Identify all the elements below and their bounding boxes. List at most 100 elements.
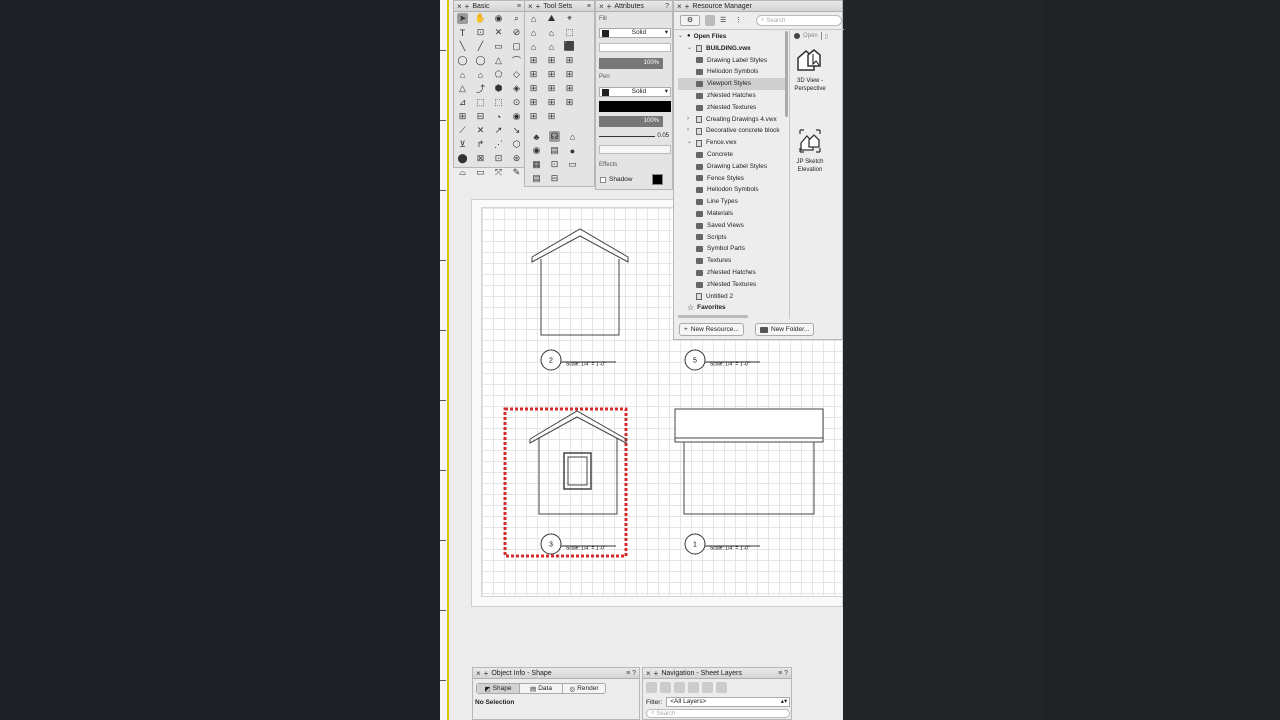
- tool-icon[interactable]: ◈: [511, 83, 522, 94]
- tool-icon[interactable]: ⟋: [457, 125, 468, 136]
- toolset-icon[interactable]: ⌂: [546, 41, 557, 52]
- list-view-icon[interactable]: ☰: [720, 16, 726, 24]
- navigation-search-input[interactable]: ⌕ Search: [646, 709, 790, 718]
- resource-thumb-1[interactable]: 3D View - Perspective: [793, 46, 827, 93]
- toolset-category-icon[interactable]: ⌂: [567, 131, 578, 142]
- gear-icon[interactable]: ⚙: [680, 15, 700, 26]
- pen-opacity-bar[interactable]: 100%: [599, 116, 663, 127]
- toolset-icon[interactable]: ⌖: [564, 13, 575, 24]
- toolset-icon[interactable]: ⊞: [528, 55, 539, 66]
- tool-icon[interactable]: ⤧: [493, 167, 504, 178]
- toolset-icon[interactable]: ⊞: [564, 69, 575, 80]
- layers-icon[interactable]: [646, 682, 657, 693]
- toolset-category-icon[interactable]: ▦: [531, 159, 542, 170]
- menu-icon[interactable]: ≡: [587, 1, 594, 11]
- tree-item[interactable]: ⌄ ● Open Files: [678, 31, 786, 43]
- tool-icon[interactable]: ⊛: [511, 153, 522, 164]
- tool-icon[interactable]: ▢: [511, 41, 522, 52]
- line-style-controls[interactable]: [599, 145, 671, 154]
- help-icon[interactable]: ≡ ?: [626, 668, 639, 678]
- tree-item[interactable]: › Decorative concrete block: [678, 125, 786, 137]
- tool-icon[interactable]: ⬚: [493, 97, 504, 108]
- new-folder-button[interactable]: New Folder...: [755, 323, 815, 336]
- tree-item[interactable]: zNested Textures: [678, 279, 786, 291]
- viewports-icon[interactable]: [688, 682, 699, 693]
- tree-item[interactable]: zNested Hatches: [678, 90, 786, 102]
- add-icon[interactable]: +: [484, 668, 489, 678]
- toolset-icon[interactable]: ⌂: [528, 13, 539, 24]
- tool-icon[interactable]: ▭: [493, 41, 504, 52]
- toolset-icon[interactable]: ⊞: [564, 83, 575, 94]
- tree-item[interactable]: Materials: [678, 208, 786, 220]
- tool-icon[interactable]: ⌓: [457, 167, 468, 178]
- tool-icon[interactable]: ✎: [511, 167, 522, 178]
- close-icon[interactable]: ×: [599, 1, 604, 11]
- toolset-icon[interactable]: ⛰: [546, 13, 557, 24]
- tool-icon[interactable]: ⊙: [511, 97, 522, 108]
- toolset-icon[interactable]: ⊞: [564, 55, 575, 66]
- close-icon[interactable]: ×: [476, 668, 481, 678]
- tool-icon[interactable]: ▭: [475, 167, 486, 178]
- tool-icon[interactable]: ╲: [457, 41, 468, 52]
- toolset-category-icon[interactable]: ▤: [549, 145, 560, 156]
- basic-palette-titlebar[interactable]: × + Basic ≡: [454, 1, 524, 12]
- viewport-2[interactable]: [531, 228, 629, 336]
- toolset-icon[interactable]: ⊞: [546, 69, 557, 80]
- toolset-icon[interactable]: ⌂: [546, 27, 557, 38]
- tool-icon[interactable]: ⬡: [511, 139, 522, 150]
- close-icon[interactable]: ×: [677, 1, 682, 11]
- tree-item[interactable]: Drawing Label Styles: [678, 161, 786, 173]
- tree-item[interactable]: Heliodon Symbols: [678, 184, 786, 196]
- tree-item[interactable]: Line Types: [678, 196, 786, 208]
- chevron-right-icon[interactable]: ›: [687, 114, 694, 126]
- chevron-down-icon[interactable]: ⌄: [687, 43, 694, 55]
- tree-item[interactable]: Viewport Styles: [678, 78, 786, 90]
- fill-style-dropdown[interactable]: Solid ▾: [599, 28, 671, 38]
- viewport-3[interactable]: [503, 407, 628, 558]
- tree-item[interactable]: Fence Styles: [678, 173, 786, 185]
- tool-icon[interactable]: ⋰: [493, 139, 504, 150]
- toolset-icon[interactable]: ⌂: [528, 41, 539, 52]
- tree-item[interactable]: zNested Hatches: [678, 267, 786, 279]
- fill-opacity-bar[interactable]: 100%: [599, 58, 663, 69]
- tool-icon[interactable]: △: [457, 83, 468, 94]
- tree-item[interactable]: Saved Views: [678, 220, 786, 232]
- tree-item[interactable]: Heliodon Symbols: [678, 66, 786, 78]
- tree-item[interactable]: Textures: [678, 255, 786, 267]
- tool-icon[interactable]: ↘: [511, 125, 522, 136]
- toolset-icon[interactable]: ⊞: [528, 69, 539, 80]
- navigation-titlebar[interactable]: × + Navigation - Sheet Layers ≡ ?: [643, 668, 791, 679]
- tool-icon[interactable]: ⌂: [475, 69, 486, 80]
- toolset-icon[interactable]: ⬛: [564, 41, 575, 52]
- tool-icon[interactable]: ⊿: [457, 97, 468, 108]
- sheet-layers-icon[interactable]: [674, 682, 685, 693]
- line-weight-control[interactable]: 0.05: [599, 132, 671, 140]
- tool-icon[interactable]: ⊞: [457, 111, 468, 122]
- tool-icon[interactable]: ◉: [511, 111, 522, 122]
- toolset-icon[interactable]: ⊞: [528, 111, 539, 122]
- toolset-icon[interactable]: ⊞: [528, 97, 539, 108]
- shadow-color-swatch[interactable]: [652, 174, 663, 185]
- open-tab[interactable]: Open ▯: [794, 32, 828, 40]
- tool-icon[interactable]: ⊠: [475, 153, 486, 164]
- tool-icon[interactable]: ↗: [493, 125, 504, 136]
- tool-icon[interactable]: ◉: [493, 13, 504, 24]
- filter-dropdown[interactable]: <All Layers> ▴▾: [666, 697, 791, 707]
- saved-views-icon[interactable]: [702, 682, 713, 693]
- tab-shape[interactable]: ◩ Shape: [477, 684, 519, 693]
- tool-icon[interactable]: ⊡: [493, 153, 504, 164]
- tool-icon[interactable]: ◔: [493, 111, 504, 122]
- toolset-icon[interactable]: ⊞: [546, 97, 557, 108]
- tab-render[interactable]: ◎ Render: [562, 684, 605, 693]
- tool-icon[interactable]: ✋: [475, 13, 486, 24]
- tree-item[interactable]: Untitled 2: [678, 291, 786, 303]
- tree-item[interactable]: ☆ Favorites: [678, 302, 786, 314]
- toolsets-palette-titlebar[interactable]: × + Tool Sets ≡: [525, 1, 594, 12]
- tool-icon[interactable]: ⤴: [475, 83, 486, 94]
- toolset-category-icon[interactable]: ⊡: [549, 159, 560, 170]
- shadow-checkbox[interactable]: [600, 176, 606, 183]
- pen-color-swatch[interactable]: [602, 88, 609, 96]
- tool-icon[interactable]: ⬚: [475, 97, 486, 108]
- tool-icon[interactable]: ⊘: [511, 27, 522, 38]
- tool-icon[interactable]: △: [493, 55, 504, 66]
